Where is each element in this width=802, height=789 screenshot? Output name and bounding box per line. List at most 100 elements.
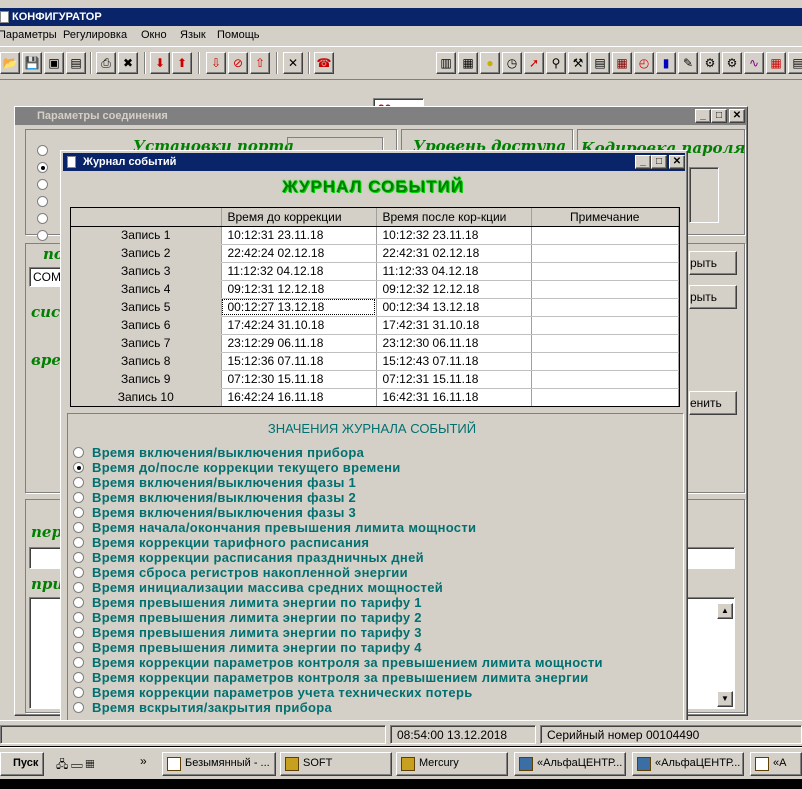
menu-regulation[interactable]: Регулировка xyxy=(63,29,127,41)
note-cell[interactable] xyxy=(531,226,679,245)
time-after-cell[interactable]: 16:42:31 16.11.18 xyxy=(376,388,532,406)
time-after-cell[interactable]: 07:12:31 15.11.18 xyxy=(376,370,532,389)
radio-button[interactable] xyxy=(73,657,84,668)
event-log-table[interactable]: Время до коррекции Время после кор-кции … xyxy=(70,207,680,407)
task-button-1[interactable]: Безымянный - ... xyxy=(162,752,276,776)
note-cell[interactable] xyxy=(531,370,679,389)
event-type-option[interactable]: Время коррекции тарифного расписания xyxy=(73,535,369,550)
tool2-icon[interactable]: ⚙ xyxy=(722,52,742,74)
time-after-cell[interactable]: 15:12:43 07.11.18 xyxy=(376,352,532,371)
clock-icon[interactable]: ◴ xyxy=(634,52,654,74)
radio-button[interactable] xyxy=(73,552,84,563)
event-type-option[interactable]: Время включения/выключения прибора xyxy=(73,445,364,460)
arrow-icon[interactable]: ➚ xyxy=(524,52,544,74)
chart-icon[interactable]: ▮ xyxy=(656,52,676,74)
time-after-cell[interactable]: 00:12:34 13.12.18 xyxy=(376,298,532,317)
radio-button[interactable] xyxy=(73,597,84,608)
event-type-option[interactable]: Время до/после коррекции текущего времен… xyxy=(73,460,401,475)
table-row[interactable]: Запись 7 23:12:29 06.11.18 23:12:30 06.11.… xyxy=(71,334,679,353)
time-after-cell[interactable]: 11:12:33 04.12.18 xyxy=(376,262,532,281)
quick-launch-icon[interactable]: 🖧 xyxy=(56,759,68,771)
chevron-icon[interactable]: » xyxy=(140,754,147,768)
maximize-button[interactable]: □ xyxy=(651,155,667,169)
task-button-5[interactable]: «АльфаЦЕНТР... xyxy=(632,752,744,776)
phone-icon[interactable]: ☎ xyxy=(314,52,334,74)
time-before-cell[interactable]: 00:12:27 13.12.18 xyxy=(221,298,377,317)
event-type-option[interactable]: Время коррекции расписания праздничных д… xyxy=(73,550,424,565)
event-type-option[interactable]: Время превышения лимита энергии по тариф… xyxy=(73,595,422,610)
key-icon[interactable]: ⚲ xyxy=(546,52,566,74)
maximize-button[interactable]: □ xyxy=(711,109,727,123)
radio-button[interactable] xyxy=(73,477,84,488)
task-button-6[interactable]: «А xyxy=(750,752,802,776)
radio-button[interactable] xyxy=(73,567,84,578)
close-button[interactable]: ✕ xyxy=(669,155,685,169)
task-button-3[interactable]: Mercury xyxy=(396,752,508,776)
upload-icon[interactable]: ⬆ xyxy=(172,52,192,74)
radio-button[interactable] xyxy=(73,507,84,518)
table-row[interactable]: Запись 5 00:12:27 13.12.18 00:12:34 13.12.… xyxy=(71,298,679,317)
graph-icon[interactable]: ∿ xyxy=(744,52,764,74)
menu-window[interactable]: Окно xyxy=(141,29,167,41)
note-cell[interactable] xyxy=(531,262,679,281)
close-icon[interactable]: ✕ xyxy=(283,52,303,74)
config-icon[interactable]: ⚙ xyxy=(700,52,720,74)
media-icon[interactable]: ▦ xyxy=(85,759,94,771)
calc-icon[interactable]: ▦ xyxy=(458,52,478,74)
time-after-cell[interactable]: 09:12:32 12.12.18 xyxy=(376,280,532,299)
monitor-icon[interactable]: ▣ xyxy=(44,52,64,74)
grid-icon[interactable]: ▦ xyxy=(766,52,786,74)
open-button-2[interactable]: рыть xyxy=(689,285,737,309)
save-icon[interactable]: 💾 xyxy=(22,52,42,74)
time-before-cell[interactable]: 16:42:24 16.11.18 xyxy=(221,388,377,406)
time-after-cell[interactable]: 22:42:31 02.12.18 xyxy=(376,244,532,263)
event-type-option[interactable]: Время начала/окончания превышения лимита… xyxy=(73,520,476,535)
event-type-option[interactable]: Время превышения лимита энергии по тариф… xyxy=(73,625,422,640)
table-row[interactable]: Запись 3 11:12:32 04.12.18 11:12:33 04.12.… xyxy=(71,262,679,281)
desktop-icon[interactable]: ▭ xyxy=(71,759,82,771)
time-before-cell[interactable]: 10:12:31 23.11.18 xyxy=(221,226,377,245)
print-icon[interactable]: ⎙ xyxy=(96,52,116,74)
tools-icon[interactable]: ⚒ xyxy=(568,52,588,74)
table-row[interactable]: Запись 2 22:42:24 02.12.18 22:42:31 02.12.… xyxy=(71,244,679,263)
event-type-option[interactable]: Время коррекции параметров учета техниче… xyxy=(73,685,472,700)
timer-icon[interactable]: ◷ xyxy=(502,52,522,74)
calculator-icon[interactable]: ▤ xyxy=(590,52,610,74)
event-type-option[interactable]: Время коррекции параметров контроля за п… xyxy=(73,670,589,685)
table-row[interactable]: Запись 4 09:12:31 12.12.18 09:12:32 12.12.… xyxy=(71,280,679,299)
more-icon[interactable]: ▤ xyxy=(788,52,802,74)
stop-icon[interactable]: ⊘ xyxy=(228,52,248,74)
delete-print-icon[interactable]: ✖ xyxy=(118,52,138,74)
event-type-option[interactable]: Время превышения лимита энергии по тариф… xyxy=(73,610,422,625)
read-icon[interactable]: ⇩ xyxy=(206,52,226,74)
task-button-2[interactable]: SOFT xyxy=(280,752,392,776)
edit-icon[interactable]: ✎ xyxy=(678,52,698,74)
radio-button[interactable] xyxy=(73,462,84,473)
time-before-cell[interactable]: 07:12:30 15.11.18 xyxy=(221,370,377,389)
time-before-cell[interactable]: 22:42:24 02.12.18 xyxy=(221,244,377,263)
time-after-cell[interactable]: 10:12:32 23.11.18 xyxy=(376,226,532,245)
minimize-button[interactable]: _ xyxy=(695,109,711,123)
note-cell[interactable] xyxy=(531,298,679,317)
radio-button[interactable] xyxy=(73,642,84,653)
write-icon[interactable]: ⇧ xyxy=(250,52,270,74)
port-radio-6[interactable] xyxy=(37,230,48,241)
close-button[interactable]: ✕ xyxy=(729,109,745,123)
time-after-cell[interactable]: 23:12:30 06.11.18 xyxy=(376,334,532,353)
time-before-cell[interactable]: 15:12:36 07.11.18 xyxy=(221,352,377,371)
radio-button[interactable] xyxy=(73,582,84,593)
change-button[interactable]: енить xyxy=(689,391,737,415)
menu-parameters[interactable]: Параметры xyxy=(0,29,57,41)
event-type-option[interactable]: Время включения/выключения фазы 1 xyxy=(73,475,356,490)
open-folder-icon[interactable]: 📂 xyxy=(0,52,20,74)
time-before-cell[interactable]: 09:12:31 12.12.18 xyxy=(221,280,377,299)
download-icon[interactable]: ⬇ xyxy=(150,52,170,74)
time-after-cell[interactable]: 17:42:31 31.10.18 xyxy=(376,316,532,335)
radio-button[interactable] xyxy=(73,537,84,548)
table-row[interactable]: Запись 8 15:12:36 07.11.18 15:12:43 07.11.… xyxy=(71,352,679,371)
menu-language[interactable]: Язык xyxy=(180,29,206,41)
event-type-option[interactable]: Время превышения лимита энергии по тариф… xyxy=(73,640,422,655)
radio-button[interactable] xyxy=(73,447,84,458)
event-type-option[interactable]: Время включения/выключения фазы 3 xyxy=(73,505,356,520)
table-row[interactable]: Запись 1 10:12:31 23.11.18 10:12:32 23.11.… xyxy=(71,226,679,245)
